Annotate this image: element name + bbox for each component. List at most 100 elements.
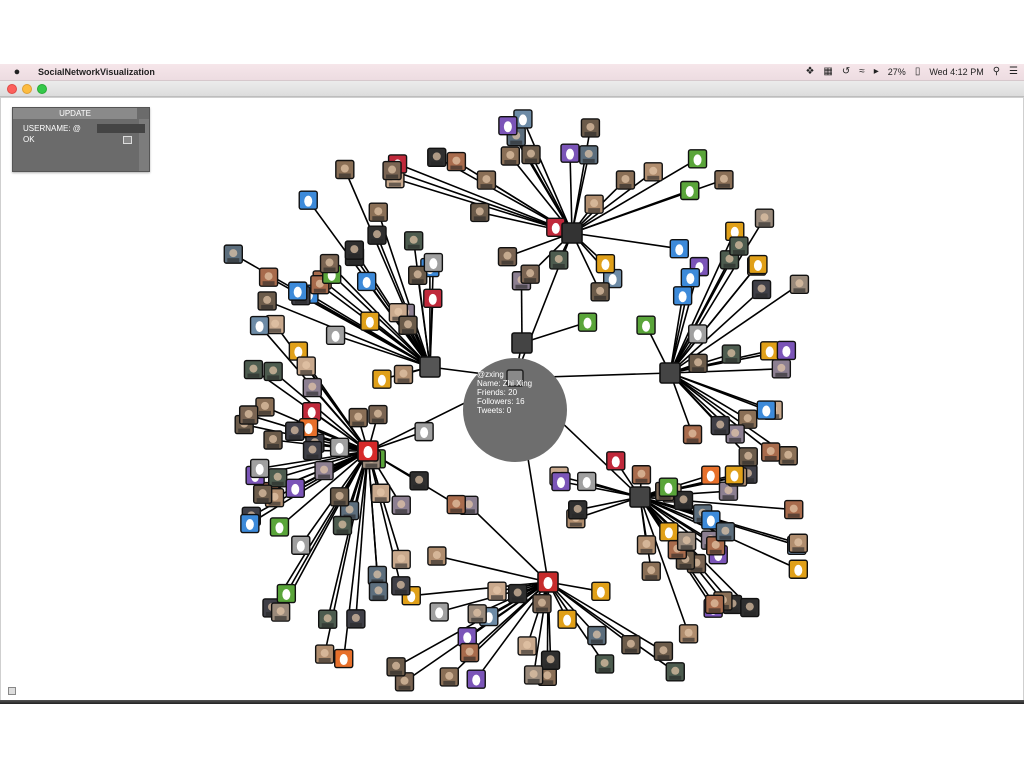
- egg-avatar-node[interactable]: [560, 143, 580, 163]
- egg-avatar-node[interactable]: [577, 312, 598, 332]
- egg-avatar-node[interactable]: [302, 401, 322, 422]
- user-avatar-node[interactable]: [784, 499, 804, 520]
- egg-avatar-node[interactable]: [788, 559, 809, 579]
- resize-handle[interactable]: [8, 687, 16, 695]
- egg-avatar-node[interactable]: [669, 239, 689, 259]
- hub-avatar-node[interactable]: [537, 571, 559, 593]
- egg-avatar-node[interactable]: [759, 341, 780, 361]
- egg-avatar-node[interactable]: [249, 458, 270, 479]
- user-avatar-node[interactable]: [386, 657, 406, 677]
- egg-avatar-node[interactable]: [688, 324, 708, 344]
- edge[interactable]: [569, 153, 573, 234]
- notification-center-icon[interactable]: ☰: [1009, 64, 1018, 80]
- user-avatar-node[interactable]: [255, 397, 275, 417]
- user-avatar-node[interactable]: [704, 594, 725, 615]
- user-avatar-node[interactable]: [788, 533, 808, 553]
- user-avatar-node[interactable]: [754, 208, 775, 228]
- username-input[interactable]: [97, 124, 145, 133]
- egg-avatar-node[interactable]: [680, 180, 700, 201]
- edge[interactable]: [560, 480, 641, 498]
- user-avatar-node[interactable]: [688, 353, 708, 373]
- user-avatar-node[interactable]: [391, 549, 411, 570]
- user-avatar-node[interactable]: [507, 583, 528, 604]
- hub-avatar-node[interactable]: [659, 362, 681, 384]
- user-avatar-node[interactable]: [676, 531, 697, 551]
- egg-avatar-node[interactable]: [372, 369, 392, 389]
- dropbox-icon[interactable]: ❖: [805, 64, 814, 80]
- user-avatar-node[interactable]: [382, 160, 402, 181]
- egg-avatar-node[interactable]: [551, 471, 571, 492]
- spotlight-search-icon[interactable]: ⚲: [993, 64, 1000, 80]
- zoom-window-button[interactable]: [37, 84, 47, 94]
- egg-avatar-node[interactable]: [466, 669, 486, 689]
- user-avatar-node[interactable]: [476, 170, 497, 190]
- egg-avatar-node[interactable]: [325, 325, 346, 346]
- egg-avatar-node[interactable]: [776, 340, 797, 361]
- user-avatar-node[interactable]: [714, 170, 734, 190]
- user-avatar-node[interactable]: [368, 581, 389, 602]
- user-avatar-node[interactable]: [270, 602, 291, 622]
- user-avatar-node[interactable]: [568, 500, 588, 520]
- user-avatar-node[interactable]: [584, 194, 604, 214]
- apple-icon[interactable]: ●: [10, 66, 24, 78]
- egg-avatar-node[interactable]: [606, 451, 626, 471]
- egg-avatar-node[interactable]: [701, 465, 721, 485]
- user-avatar-node[interactable]: [715, 522, 736, 542]
- user-avatar-node[interactable]: [467, 604, 487, 624]
- user-avatar-node[interactable]: [257, 291, 277, 311]
- user-avatar-node[interactable]: [459, 642, 480, 663]
- clock[interactable]: Wed 4:12 PM: [929, 67, 983, 77]
- battery-icon[interactable]: ▯: [915, 64, 921, 80]
- user-avatar-node[interactable]: [238, 405, 259, 425]
- hub-avatar-node[interactable]: [357, 440, 379, 462]
- user-avatar-node[interactable]: [367, 225, 387, 245]
- egg-avatar-node[interactable]: [360, 311, 380, 331]
- user-avatar-node[interactable]: [314, 460, 334, 481]
- user-avatar-node[interactable]: [344, 240, 365, 260]
- user-avatar-node[interactable]: [594, 654, 615, 674]
- user-avatar-node[interactable]: [721, 344, 742, 364]
- user-avatar-node[interactable]: [252, 484, 273, 504]
- user-avatar-node[interactable]: [263, 361, 283, 382]
- user-avatar-node[interactable]: [258, 267, 279, 287]
- egg-avatar-node[interactable]: [756, 400, 777, 420]
- user-avatar-node[interactable]: [497, 246, 518, 267]
- user-avatar-node[interactable]: [335, 159, 355, 180]
- user-avatar-node[interactable]: [643, 162, 663, 182]
- edge[interactable]: [669, 372, 767, 411]
- user-avatar-node[interactable]: [427, 147, 447, 168]
- egg-avatar-node[interactable]: [423, 252, 444, 273]
- battery-percent[interactable]: 27%: [888, 67, 906, 77]
- egg-avatar-node[interactable]: [748, 254, 768, 275]
- user-avatar-node[interactable]: [446, 494, 466, 515]
- hub-avatar-node[interactable]: [419, 356, 441, 378]
- user-avatar-node[interactable]: [487, 581, 507, 601]
- hub-avatar-node[interactable]: [561, 222, 583, 244]
- user-avatar-node[interactable]: [319, 253, 340, 274]
- user-avatar-node[interactable]: [268, 468, 288, 488]
- egg-avatar-node[interactable]: [291, 535, 311, 555]
- user-avatar-node[interactable]: [391, 495, 411, 515]
- egg-avatar-node[interactable]: [687, 149, 708, 169]
- user-avatar-node[interactable]: [263, 430, 283, 450]
- user-avatar-node[interactable]: [500, 146, 521, 166]
- user-avatar-node[interactable]: [653, 641, 674, 661]
- user-avatar-node[interactable]: [615, 170, 636, 190]
- egg-avatar-node[interactable]: [329, 437, 350, 458]
- egg-avatar-node[interactable]: [288, 281, 308, 301]
- user-avatar-node[interactable]: [314, 644, 335, 664]
- egg-avatar-node[interactable]: [557, 609, 577, 629]
- hub-avatar-node[interactable]: [511, 332, 533, 354]
- user-avatar-node[interactable]: [368, 404, 388, 425]
- user-avatar-node[interactable]: [393, 364, 414, 385]
- user-avatar-node[interactable]: [470, 202, 490, 223]
- user-avatar-node[interactable]: [761, 442, 781, 462]
- egg-avatar-node[interactable]: [636, 315, 656, 335]
- egg-avatar-node[interactable]: [334, 648, 354, 669]
- egg-avatar-node[interactable]: [423, 288, 443, 309]
- user-avatar-node[interactable]: [296, 356, 316, 376]
- user-avatar-node[interactable]: [636, 535, 657, 555]
- user-avatar-node[interactable]: [621, 635, 641, 655]
- user-avatar-node[interactable]: [332, 515, 353, 536]
- egg-avatar-node[interactable]: [414, 421, 434, 442]
